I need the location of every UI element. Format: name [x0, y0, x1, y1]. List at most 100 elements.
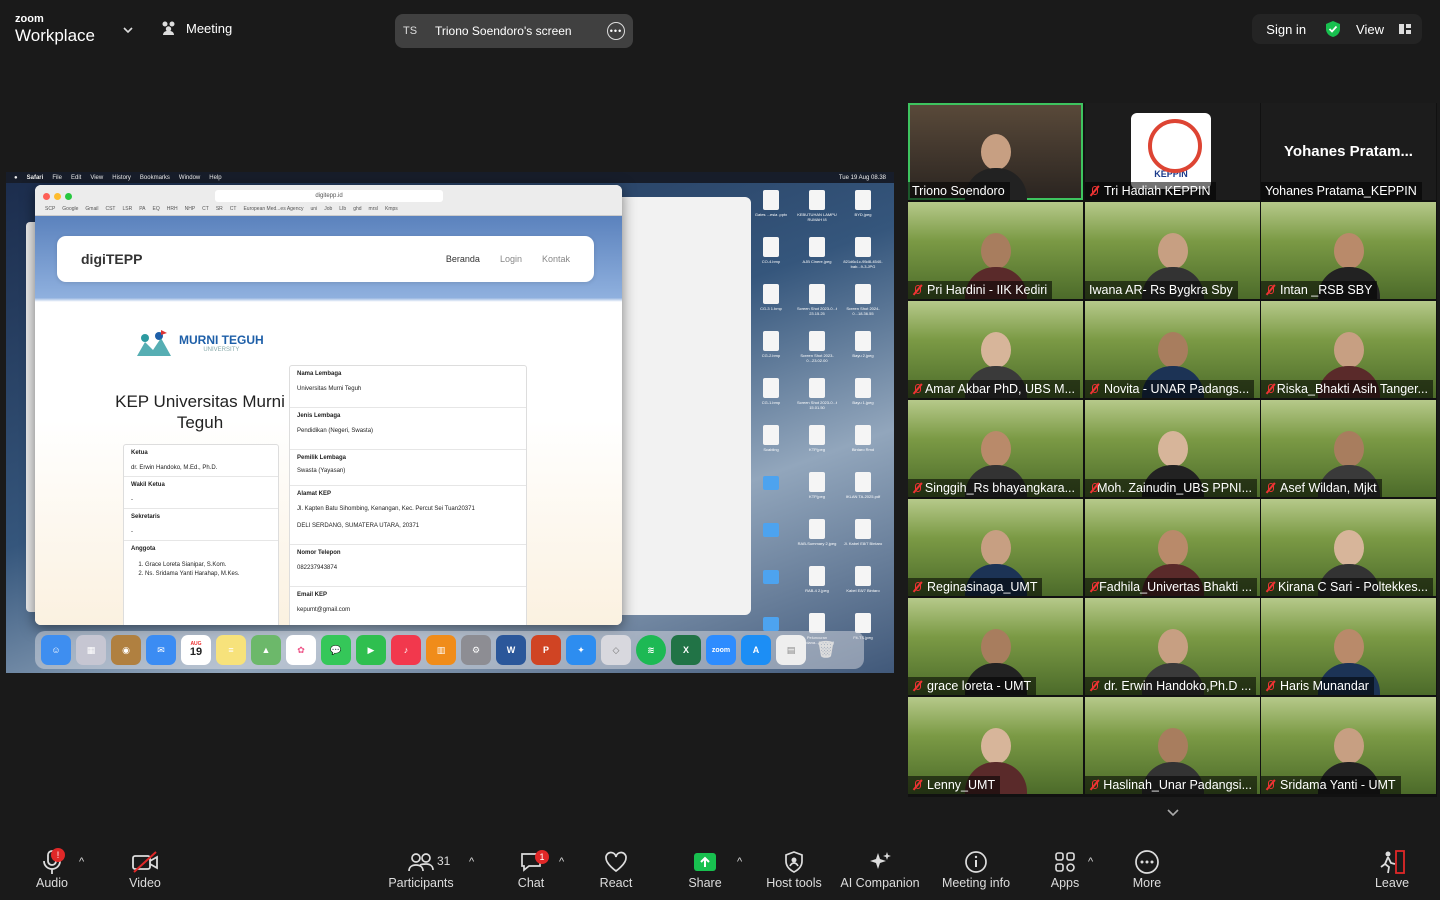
- bookmark-item[interactable]: Gmail: [85, 206, 98, 212]
- screen-share-indicator[interactable]: TS Triono Soendoro's screen •••: [395, 14, 633, 48]
- bookmark-item[interactable]: SCP: [45, 206, 55, 212]
- maps-icon[interactable]: ▲: [251, 635, 281, 665]
- gallery-chevron-down-icon[interactable]: [1164, 804, 1182, 822]
- bookmark-item[interactable]: LSR: [122, 206, 132, 212]
- desktop-file-icon[interactable]: KEBUTUHAN LAMPU RUMAH I8: [794, 190, 840, 228]
- music-icon[interactable]: ♪: [391, 635, 421, 665]
- facetime-icon[interactable]: ▶: [356, 635, 386, 665]
- shield-check-icon[interactable]: [1324, 20, 1342, 38]
- more-button[interactable]: More: [1130, 848, 1164, 890]
- video-button[interactable]: Video: [126, 848, 164, 890]
- mail-icon[interactable]: ✉: [146, 635, 176, 665]
- grid-view-icon[interactable]: [1398, 23, 1412, 35]
- sign-in-button[interactable]: Sign in: [1262, 22, 1310, 37]
- launchpad-icon[interactable]: ▦: [76, 635, 106, 665]
- participant-tile[interactable]: Kirana C Sari - Poltekkes...: [1261, 499, 1436, 596]
- share-button[interactable]: Share: [688, 848, 722, 890]
- desktop-file-icon[interactable]: CG-3 1.bmp: [748, 284, 794, 322]
- app-store-icon[interactable]: A: [741, 635, 771, 665]
- participant-tile[interactable]: Fadhila_Univertas Bhakti ...: [1085, 499, 1260, 596]
- desktop-file-icon[interactable]: KTP.jpeg: [794, 425, 840, 463]
- more-options-icon[interactable]: •••: [607, 22, 625, 40]
- participant-tile[interactable]: Lenny_UMT: [908, 697, 1083, 794]
- app-icon[interactable]: ◉: [111, 635, 141, 665]
- desktop-file-icon[interactable]: Screen Shot 2023-0...t 23.15.25: [794, 284, 840, 322]
- desktop-file-icon[interactable]: [748, 472, 794, 510]
- participant-tile[interactable]: Haslinah_Unar Padangsi...: [1085, 697, 1260, 794]
- participant-tile[interactable]: Moh. Zainudin_UBS PPNI...: [1085, 400, 1260, 497]
- apps-options-caret-icon[interactable]: ^: [1088, 856, 1093, 868]
- desktop-file-icon[interactable]: IKLAN TA-2025.pdf: [840, 472, 886, 510]
- desktop-file-icon[interactable]: Bintaro Rmd: [840, 425, 886, 463]
- bookmark-item[interactable]: NHP: [185, 206, 196, 212]
- participant-tile[interactable]: Asef Wildan, Mjkt: [1261, 400, 1436, 497]
- participant-tile[interactable]: Sridama Yanti - UMT: [1261, 697, 1436, 794]
- bookmark-item[interactable]: uni: [311, 206, 318, 212]
- apps-button[interactable]: Apps: [1048, 848, 1082, 890]
- desktop-file-icon[interactable]: CG-1.bmp: [748, 378, 794, 416]
- audio-options-caret-icon[interactable]: ^: [79, 856, 84, 868]
- shared-screen[interactable]: ● Safari File Edit View History Bookmark…: [6, 172, 894, 673]
- participant-tile[interactable]: Haris Munandar: [1261, 598, 1436, 695]
- participant-tile[interactable]: Intan _RSB SBY: [1261, 202, 1436, 299]
- participant-tile[interactable]: Novita - UNAR Padangs...: [1085, 301, 1260, 398]
- zoom-dot-icon[interactable]: [65, 193, 72, 200]
- leave-button[interactable]: Leave: [1374, 848, 1410, 890]
- desktop-file-icon[interactable]: Screen Shot 2023-0...t 15.01.50: [794, 378, 840, 416]
- trash-icon[interactable]: 🗑: [811, 635, 841, 665]
- participant-tile[interactable]: Yohanes Pratam... Yohanes Pratama_KEPPIN: [1261, 103, 1436, 200]
- participants-options-caret-icon[interactable]: ^: [469, 856, 474, 868]
- meeting-info-button[interactable]: Meeting info: [940, 848, 1012, 890]
- bookmark-item[interactable]: Job: [324, 206, 332, 212]
- desktop-file-icon[interactable]: RAB-Summary 2.jpeg: [794, 519, 840, 557]
- desktop-file-icon[interactable]: BYD.jpeg: [840, 190, 886, 228]
- spotify-icon[interactable]: ≋: [636, 635, 666, 665]
- participant-tile[interactable]: Iwana AR- Rs Bygkra Sby: [1085, 202, 1260, 299]
- desktop-file-icon[interactable]: KTP.jpeg: [794, 472, 840, 510]
- bookmark-item[interactable]: CST: [105, 206, 115, 212]
- bookmark-item[interactable]: ghd: [353, 206, 361, 212]
- bookmark-item[interactable]: EQ: [153, 206, 160, 212]
- participant-tile[interactable]: dr. Erwin Handoko,Ph.D ...: [1085, 598, 1260, 695]
- bookmark-item[interactable]: European Med...es Agency: [243, 206, 303, 212]
- desktop-file-icon[interactable]: Jl. Kabel E8/7 Bintaro: [840, 519, 886, 557]
- zoom-workplace-logo[interactable]: zoom Workplace: [15, 14, 95, 45]
- meeting-button[interactable]: Meeting: [160, 20, 232, 36]
- desktop-file-icon[interactable]: Scabling: [748, 425, 794, 463]
- site-brand[interactable]: digiTEPP: [81, 251, 142, 267]
- desktop-file-icon[interactable]: Bayu 1.jpeg: [840, 378, 886, 416]
- desktop-file-icon[interactable]: Gates ...esia .pptx: [748, 190, 794, 228]
- participant-tile[interactable]: KEPPIN Tri Hadiah KEPPIN: [1085, 103, 1260, 200]
- bookmark-item[interactable]: mrsl: [369, 206, 378, 212]
- desktop-file-icon[interactable]: [748, 566, 794, 604]
- desktop-file-icon[interactable]: [748, 519, 794, 557]
- participant-tile[interactable]: Riska_Bhakti Asih Tanger...: [1261, 301, 1436, 398]
- bookmark-item[interactable]: SR: [216, 206, 223, 212]
- bookmark-item[interactable]: CT: [202, 206, 209, 212]
- desktop-file-icon[interactable]: Kabel E8/7 Bintaro: [840, 566, 886, 604]
- address-bar[interactable]: digitepp.id: [215, 190, 443, 202]
- bookmark-item[interactable]: HRH: [167, 206, 178, 212]
- settings-icon[interactable]: ⚙: [461, 635, 491, 665]
- powerpoint-icon[interactable]: P: [531, 635, 561, 665]
- desktop-file-icon[interactable]: CG-2.bmp: [748, 331, 794, 369]
- nav-login[interactable]: Login: [500, 254, 522, 264]
- desktop-file-icon[interactable]: Screen Shot 2024-0...18.36.55: [840, 284, 886, 322]
- participant-tile[interactable]: Reginasinaga_UMT: [908, 499, 1083, 596]
- chat-options-caret-icon[interactable]: ^: [559, 856, 564, 868]
- participant-tile[interactable]: Amar Akbar PhD, UBS M...: [908, 301, 1083, 398]
- desktop-file-icon[interactable]: Bayu 2.jpeg: [840, 331, 886, 369]
- desktop-file-icon[interactable]: Screen Shot 2023-0...23.02.00: [794, 331, 840, 369]
- desktop-file-icon[interactable]: RAB-4 2.jpeg: [794, 566, 840, 604]
- desktop-file-icon[interactable]: CO-4.bmp: [748, 237, 794, 275]
- chevron-down-icon[interactable]: [120, 22, 136, 38]
- finder-icon[interactable]: ☺: [41, 635, 71, 665]
- nav-beranda[interactable]: Beranda: [446, 254, 480, 264]
- participant-tile[interactable]: Triono Soendoro: [908, 103, 1083, 200]
- participant-tile[interactable]: Singgih_Rs bhayangkara...: [908, 400, 1083, 497]
- document-icon[interactable]: ▤: [776, 635, 806, 665]
- bookmark-item[interactable]: Kmps: [385, 206, 398, 212]
- excel-icon[interactable]: X: [671, 635, 701, 665]
- participant-tile[interactable]: grace loreta - UMT: [908, 598, 1083, 695]
- zoom-icon[interactable]: zoom: [706, 635, 736, 665]
